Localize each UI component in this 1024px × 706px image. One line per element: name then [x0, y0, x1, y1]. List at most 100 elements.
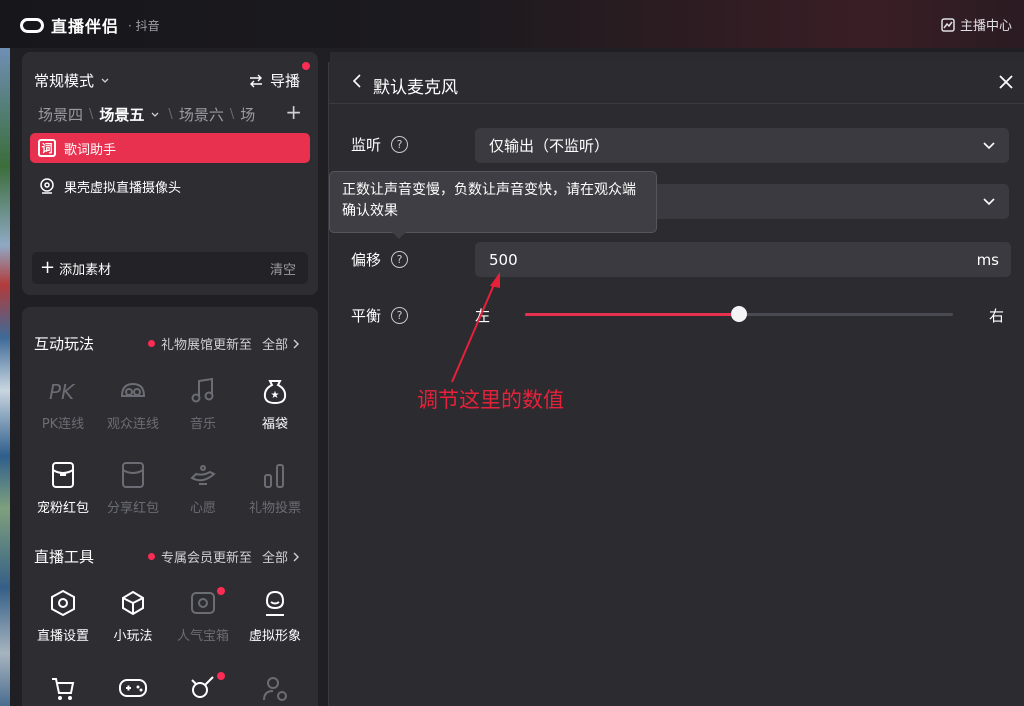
tab-scene-5[interactable]: 场景五 [99, 104, 144, 125]
dialog-title: 默认麦克风 [373, 78, 458, 98]
tool-live-settings[interactable]: 直播设置 [27, 587, 99, 644]
tool-label: 人气宝箱 [176, 629, 229, 644]
chevron-right-icon [293, 339, 299, 348]
scene-panel: 常规模式 导播 场景四 \ 场景五 \ 场景六 \ 场 + 词 歌词助手 果壳虚… [22, 52, 318, 295]
mini-game-icon [122, 590, 144, 616]
live-tools-title: 直播工具 [34, 548, 95, 566]
user-settings-icon [263, 677, 287, 701]
app-logo: 直播伴侣 · 抖音 [20, 13, 160, 37]
tool-lucky-bag[interactable]: ★ 福袋 [239, 375, 311, 432]
live-tools-all-label: 全部 [261, 551, 288, 566]
notice-dot [217, 587, 225, 595]
tool-label: 礼物投票 [248, 501, 301, 516]
tool-game[interactable] [97, 672, 169, 706]
director-button[interactable]: 导播 [248, 70, 300, 91]
tab-scene-4[interactable]: 场景四 [38, 104, 83, 125]
svg-text:PK: PK [49, 380, 76, 404]
tool-red-packet[interactable]: 宠粉红包 [27, 459, 99, 516]
live-tools-notice: 专属会员更新至 [160, 551, 252, 566]
monitor-select[interactable]: 仅输出（不监听） [475, 128, 1009, 163]
scene-tabs: 场景四 \ 场景五 \ 场景六 \ 场 [38, 104, 255, 125]
balance-right-label: 右 [989, 307, 1005, 325]
wish-lamp-icon [190, 465, 216, 485]
chevron-down-icon[interactable] [148, 110, 162, 120]
tool-label: PK连线 [41, 417, 85, 432]
microphone-icon [191, 676, 214, 698]
tool-label: 小玩法 [113, 629, 153, 644]
tool-wish[interactable]: 心愿 [167, 459, 239, 516]
camera-icon [40, 178, 54, 194]
tool-treasure-box[interactable]: 人气宝箱 [167, 587, 239, 644]
tool-pk[interactable]: PK PK连线 [27, 375, 99, 432]
interactive-more[interactable]: 礼物展馆更新至 全部 [147, 334, 300, 353]
add-source-bar: + 添加素材 清空 [32, 252, 308, 284]
chevron-down-icon [101, 78, 109, 83]
clear-button[interactable]: 清空 [270, 259, 296, 278]
interactive-title: 互动玩法 [34, 335, 95, 353]
tool-audience-link[interactable]: 观众连线 [97, 375, 169, 432]
tool-shop[interactable] [27, 672, 99, 706]
source-item-lyrics[interactable]: 词 歌词助手 [30, 133, 310, 163]
tool-gift-vote[interactable]: 礼物投票 [239, 459, 311, 516]
tool-label: 心愿 [189, 501, 216, 516]
tool-label: 音乐 [189, 417, 216, 432]
live-tools-more[interactable]: 专属会员更新至 全部 [147, 547, 300, 566]
monitor-value: 仅输出（不监听） [489, 137, 610, 155]
monitor-row-label: 监听 ? [351, 134, 409, 155]
chart-icon [941, 17, 955, 32]
interactive-all-label: 全部 [261, 338, 288, 353]
plus-icon: + [40, 257, 56, 278]
gift-vote-icon [264, 464, 284, 488]
tool-guest[interactable] [239, 672, 311, 706]
balance-slider[interactable] [525, 306, 953, 322]
tab-scene-more[interactable]: 场 [240, 104, 255, 125]
notice-dot [147, 553, 155, 560]
offset-unit: ms [976, 250, 999, 269]
chevron-down-icon [983, 197, 995, 205]
help-icon[interactable]: ? [391, 136, 409, 153]
chevron-right-icon [293, 552, 299, 561]
lucky-bag-icon: ★ [263, 380, 287, 405]
tool-label: 福袋 [261, 417, 288, 432]
avatar-icon [265, 590, 285, 616]
red-packet-icon [52, 462, 74, 488]
music-icon [191, 377, 214, 403]
balance-slider-handle[interactable] [731, 306, 747, 322]
tool-share-packet[interactable]: 分享红包 [97, 459, 169, 516]
notice-dot [302, 62, 310, 70]
close-icon[interactable] [995, 71, 1017, 93]
notice-dot [217, 672, 225, 680]
balance-row-label: 平衡 ? [351, 305, 409, 326]
tool-label: 宠粉红包 [36, 501, 89, 516]
platform-name: · 抖音 [128, 18, 160, 33]
help-icon[interactable]: ? [391, 251, 409, 268]
add-scene-button[interactable]: + [285, 102, 302, 122]
app-name: 直播伴侣 [51, 17, 120, 36]
gamepad-icon [119, 679, 147, 697]
offset-help-tooltip: 正数让声音变慢，负数让声音变快，请在观众端确认效果 [329, 171, 657, 233]
add-source-button[interactable]: + 添加素材 [40, 259, 111, 278]
live-settings-icon [51, 589, 75, 617]
background-desktop-strip [0, 48, 10, 706]
annotation-text: 调节这里的数值 [417, 388, 564, 412]
offset-input[interactable]: 500 ms [475, 242, 1011, 277]
tab-separator: \ [229, 107, 235, 122]
source-label: 果壳虚拟直播摄像头 [64, 180, 182, 196]
mode-selector[interactable]: 常规模式 [34, 70, 110, 91]
back-icon[interactable] [351, 72, 363, 90]
tool-avatar[interactable]: 虚拟形象 [239, 587, 311, 644]
tool-mini-game[interactable]: 小玩法 [97, 587, 169, 644]
tool-label: 观众连线 [106, 417, 159, 432]
source-label: 歌词助手 [64, 142, 117, 158]
tooltip-arrow [392, 232, 406, 239]
monitor-label: 监听 [351, 136, 382, 154]
anchor-center-button[interactable]: 主播中心 [941, 15, 1012, 34]
help-icon[interactable]: ? [391, 307, 409, 324]
tool-music[interactable]: 音乐 [167, 375, 239, 432]
audience-link-icon [120, 382, 146, 397]
tab-scene-6[interactable]: 场景六 [179, 104, 224, 125]
source-item-camera[interactable]: 果壳虚拟直播摄像头 [30, 171, 310, 201]
tool-sing[interactable] [167, 672, 239, 706]
offset-label: 偏移 [351, 251, 382, 269]
pk-icon: PK [49, 380, 76, 404]
